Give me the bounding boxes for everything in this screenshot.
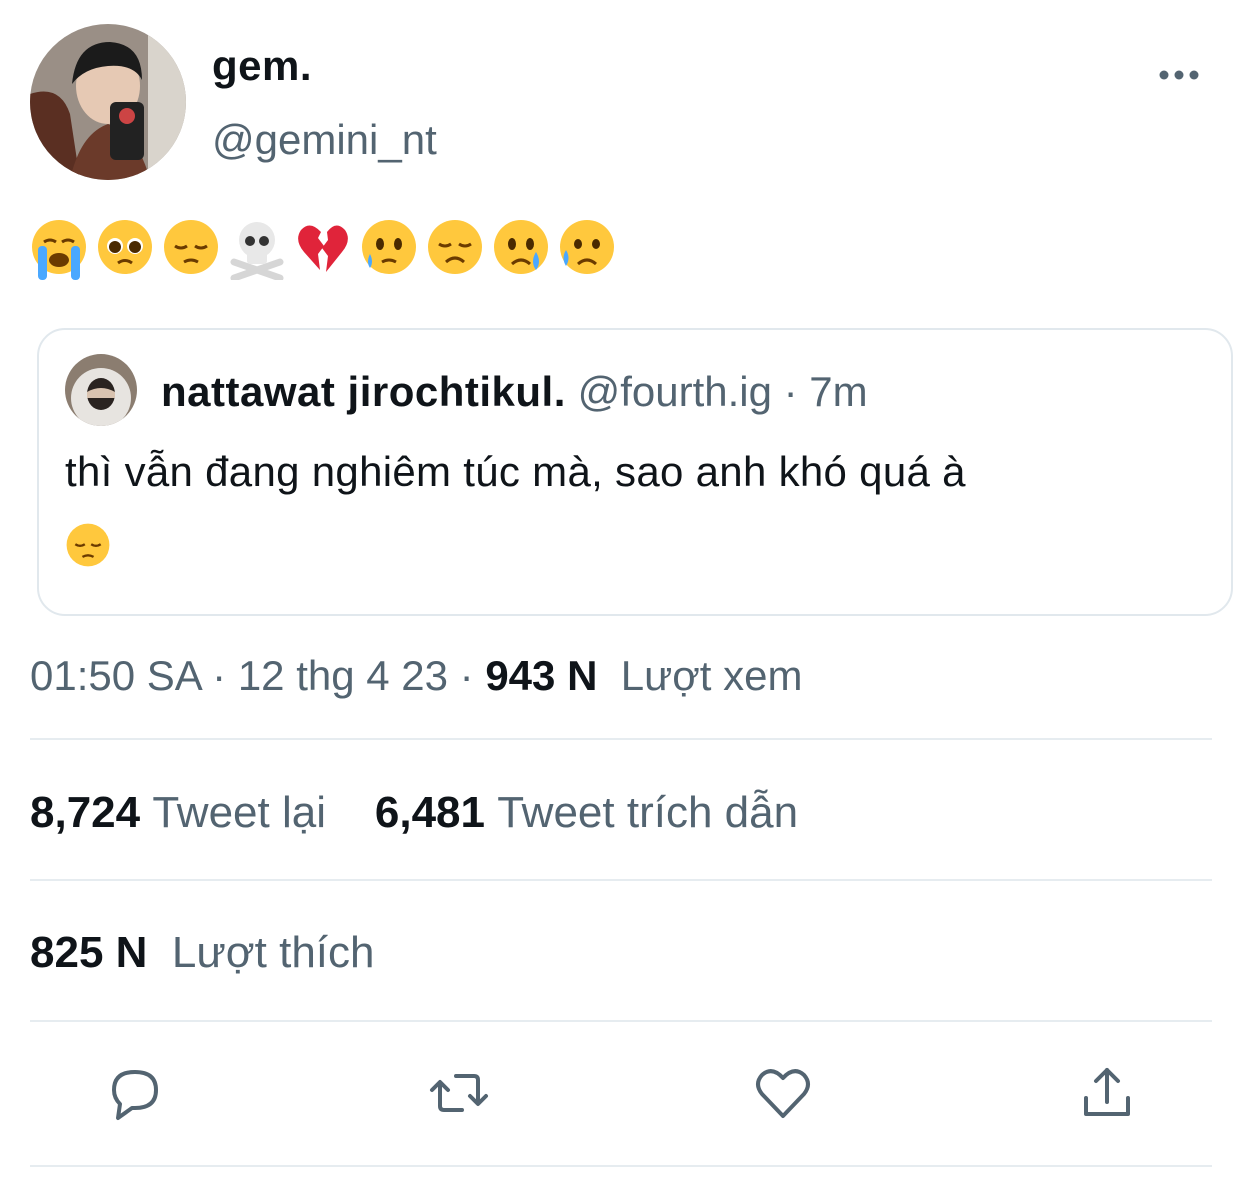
broken-heart-icon <box>298 225 348 272</box>
share-button[interactable] <box>1076 1062 1138 1124</box>
retweets-count: 8,724 <box>30 788 141 837</box>
like-icon <box>756 1069 810 1118</box>
retweets-label: Tweet lại <box>152 788 326 837</box>
divider <box>30 1165 1212 1167</box>
quote-separator: · <box>771 368 810 415</box>
loudly-crying-face-icon <box>32 220 86 280</box>
like-button[interactable] <box>752 1062 814 1124</box>
retweet-stats-row: 8,724 Tweet lại 6,481 Tweet trích dẫn <box>30 788 798 838</box>
tweet-emoji-text <box>30 218 616 280</box>
quote-author-avatar[interactable] <box>65 354 137 426</box>
quote-header: nattawat jirochtikul. @fourth.ig · 7m <box>161 368 868 416</box>
likes-stat[interactable]: 825 N Lượt thích <box>30 928 375 977</box>
views-label: Lượt xem <box>620 652 803 699</box>
pleading-face-icon <box>98 220 152 274</box>
likes-stats-row: 825 N Lượt thích <box>30 928 375 978</box>
divider <box>30 738 1212 740</box>
quoted-tweet-card[interactable]: nattawat jirochtikul. @fourth.ig · 7m th… <box>37 328 1233 616</box>
tweet-meta: 01:50 SA · 12 thg 4 23 · 943 N Lượt xem <box>30 652 802 700</box>
tweet-date[interactable]: 12 thg 4 23 <box>238 652 448 699</box>
divider <box>30 1020 1212 1022</box>
retweet-icon <box>430 1074 488 1112</box>
meta-separator: · <box>200 652 238 699</box>
pensive-face-icon <box>66 523 110 567</box>
meta-separator: · <box>448 652 486 699</box>
quote-text: thì vẫn đang nghiêm túc mà, sao anh khó … <box>65 448 966 495</box>
reply-button[interactable] <box>104 1062 166 1124</box>
quote-author-handle[interactable]: @fourth.ig <box>578 368 772 415</box>
retweets-stat[interactable]: 8,724 Tweet lại <box>30 788 326 837</box>
author-handle[interactable]: @gemini_nt <box>212 116 437 164</box>
quotes-count: 6,481 <box>374 788 485 837</box>
quote-timestamp[interactable]: 7m <box>809 368 867 415</box>
pensive-face-icon <box>164 220 218 274</box>
author-display-name[interactable]: gem. <box>212 42 312 90</box>
quotes-stat[interactable]: 6,481 Tweet trích dẫn <box>375 788 798 837</box>
views-count: 943 N <box>485 652 598 699</box>
likes-label: Lượt thích <box>171 928 375 977</box>
more-options-icon[interactable] <box>1156 60 1202 90</box>
disappointed-face-icon <box>428 220 482 274</box>
share-icon <box>1084 1068 1130 1116</box>
divider <box>30 879 1212 881</box>
crying-face-icon <box>494 220 548 274</box>
tweet-time[interactable]: 01:50 SA <box>30 652 200 699</box>
quote-emoji <box>65 522 111 573</box>
quotes-label: Tweet trích dẫn <box>497 788 799 837</box>
skull-and-crossbones-icon <box>230 222 284 280</box>
reply-icon <box>112 1070 158 1120</box>
retweet-button[interactable] <box>428 1062 490 1124</box>
face-holding-back-tears-icon <box>362 220 416 274</box>
sad-but-relieved-face-icon <box>560 220 614 274</box>
author-avatar[interactable] <box>30 24 186 180</box>
quote-author-name[interactable]: nattawat jirochtikul. <box>161 368 566 415</box>
likes-count: 825 N <box>30 928 148 977</box>
